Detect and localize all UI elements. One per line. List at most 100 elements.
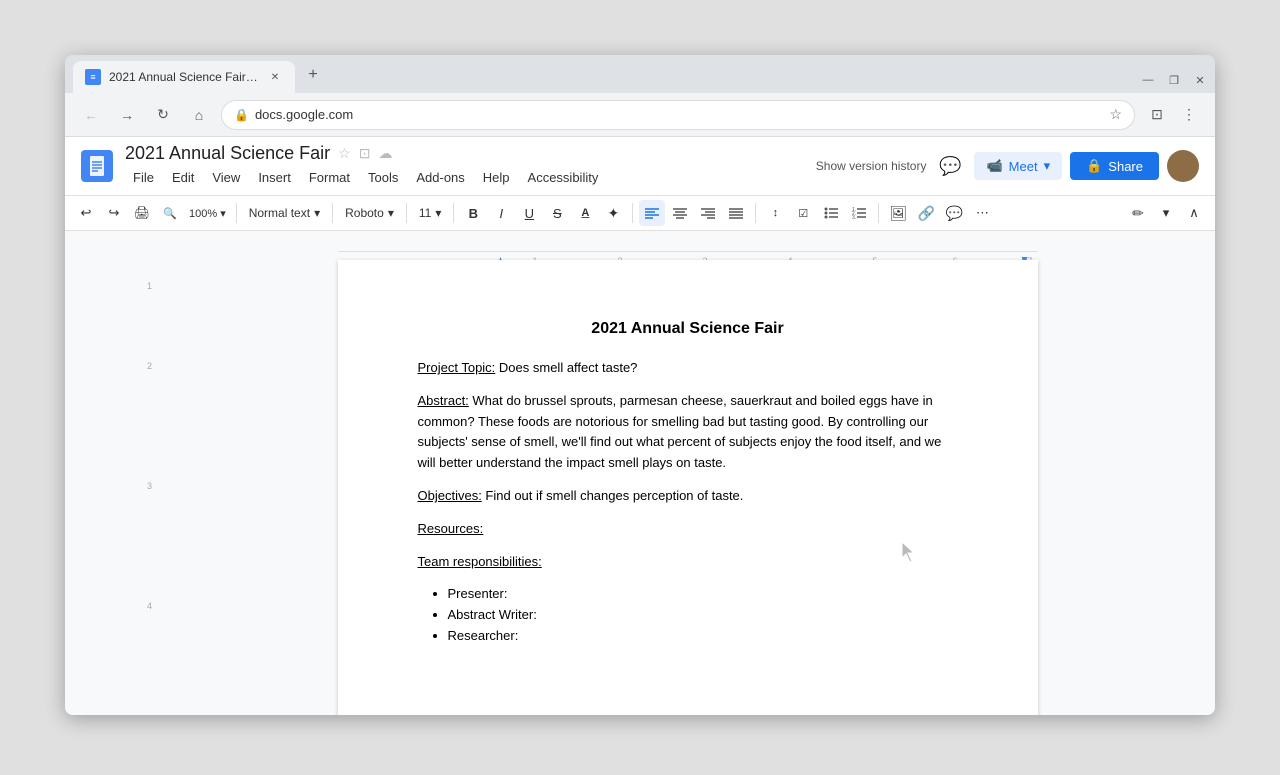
menu-insert[interactable]: Insert bbox=[250, 166, 299, 189]
checklist-button[interactable]: ☑ bbox=[790, 200, 816, 226]
bookmark-icon[interactable]: ☆ bbox=[1109, 106, 1122, 123]
project-topic-paragraph: Project Topic: Does smell affect taste? bbox=[418, 358, 958, 379]
active-tab[interactable]: ≡ 2021 Annual Science Fair - Goo… ✕ bbox=[73, 61, 295, 93]
cloud-icon[interactable]: ☁ bbox=[378, 145, 392, 162]
redo-button[interactable]: ↪ bbox=[101, 200, 127, 226]
user-avatar[interactable] bbox=[1167, 150, 1199, 182]
formatting-toolbar: ↩ ↪ 🖨 🔍 100% ▾ Normal text ▾ Roboto ▾ 11… bbox=[65, 196, 1215, 231]
underline-button[interactable]: U bbox=[516, 200, 542, 226]
menu-format[interactable]: Format bbox=[301, 166, 358, 189]
folder-icon[interactable]: ⊡ bbox=[359, 145, 371, 162]
size-chevron: ▾ bbox=[435, 206, 441, 220]
font-label: Roboto bbox=[345, 206, 384, 220]
align-justify-button[interactable] bbox=[723, 200, 749, 226]
docs-toolbar-container: 2021 Annual Science Fair ☆ ⊡ ☁ File Edit… bbox=[65, 137, 1215, 231]
menu-tools[interactable]: Tools bbox=[360, 166, 406, 189]
zoom-button[interactable]: 🔍 bbox=[157, 200, 183, 226]
bookmark-button[interactable]: ⊡ bbox=[1143, 101, 1171, 129]
separator-2 bbox=[332, 203, 333, 223]
highlight-button[interactable]: ✦ bbox=[600, 200, 626, 226]
svg-text:3.: 3. bbox=[852, 215, 856, 219]
align-center-button[interactable] bbox=[667, 200, 693, 226]
meet-label: Meet bbox=[1009, 159, 1038, 174]
menu-edit[interactable]: Edit bbox=[164, 166, 202, 189]
new-tab-button[interactable]: + bbox=[299, 61, 327, 89]
align-left-button[interactable] bbox=[639, 200, 665, 226]
tab-title: 2021 Annual Science Fair - Goo… bbox=[109, 70, 259, 84]
objectives-label: Objectives: bbox=[418, 488, 482, 503]
menu-addons[interactable]: Add-ons bbox=[408, 166, 472, 189]
bullet-researcher: Researcher: bbox=[448, 626, 958, 647]
size-dropdown[interactable]: 11 ▾ bbox=[413, 204, 448, 222]
close-button[interactable]: ✕ bbox=[1193, 73, 1207, 87]
document-area: 1 2 3 4 1 2 3 4 5 6 7 bbox=[65, 231, 1215, 715]
forward-button[interactable]: → bbox=[113, 101, 141, 129]
line-spacing-button[interactable]: ↕ bbox=[762, 200, 788, 226]
tab-bar: ≡ 2021 Annual Science Fair - Goo… ✕ + — … bbox=[65, 55, 1215, 93]
edit-chevron[interactable]: ▾ bbox=[1153, 200, 1179, 226]
font-dropdown[interactable]: Roboto ▾ bbox=[339, 204, 400, 222]
document-title[interactable]: 2021 Annual Science Fair bbox=[125, 143, 330, 164]
objectives-paragraph: Objectives: Find out if smell changes pe… bbox=[418, 486, 958, 507]
bold-button[interactable]: B bbox=[460, 200, 486, 226]
url-text: docs.google.com bbox=[255, 107, 1103, 122]
zoom-dropdown[interactable]: 100% ▾ bbox=[185, 200, 230, 226]
meet-button[interactable]: 📹 Meet ▾ bbox=[974, 152, 1062, 180]
menu-view[interactable]: View bbox=[204, 166, 248, 189]
docs-menu: File Edit View Insert Format Tools Add-o… bbox=[125, 166, 804, 189]
bullet-presenter: Presenter: bbox=[448, 584, 958, 605]
browser-window: ≡ 2021 Annual Science Fair - Goo… ✕ + — … bbox=[65, 55, 1215, 715]
team-responsibilities-paragraph: Team responsibilities: bbox=[418, 552, 958, 573]
docs-header: 2021 Annual Science Fair ☆ ⊡ ☁ File Edit… bbox=[65, 137, 1215, 196]
version-history-link[interactable]: Show version history bbox=[816, 159, 927, 173]
resources-label: Resources: bbox=[418, 521, 484, 536]
tab-favicon: ≡ bbox=[85, 69, 101, 85]
comment-button[interactable]: 💬 bbox=[934, 150, 966, 182]
document-scroll-area[interactable]: 1 2 3 4 5 6 7 2021 Annual Science Fair P… bbox=[160, 231, 1215, 715]
refresh-button[interactable]: ↻ bbox=[149, 101, 177, 129]
menu-help[interactable]: Help bbox=[475, 166, 518, 189]
document-heading: 2021 Annual Science Fair bbox=[418, 320, 958, 338]
insert-image-button[interactable]: 🖼 bbox=[885, 200, 911, 226]
share-button[interactable]: 🔒 Share bbox=[1070, 152, 1159, 180]
edit-mode-button[interactable]: ✏ bbox=[1125, 200, 1151, 226]
left-gutter: 1 2 3 4 bbox=[65, 231, 160, 715]
insert-comment-button[interactable]: 💬 bbox=[941, 200, 967, 226]
browser-menu-button[interactable]: ⋮ bbox=[1175, 101, 1203, 129]
separator-4 bbox=[453, 203, 454, 223]
back-button[interactable]: ← bbox=[77, 101, 105, 129]
resources-paragraph: Resources: bbox=[418, 519, 958, 540]
italic-button[interactable]: I bbox=[488, 200, 514, 226]
numbered-list-button[interactable]: 1.2.3. bbox=[846, 200, 872, 226]
menu-accessibility[interactable]: Accessibility bbox=[520, 166, 607, 189]
ruler-mark-1: 1 bbox=[147, 281, 152, 291]
minimize-button[interactable]: — bbox=[1141, 73, 1155, 87]
menu-file[interactable]: File bbox=[125, 166, 162, 189]
font-chevron: ▾ bbox=[388, 206, 394, 220]
ruler-mark-2: 2 bbox=[147, 361, 152, 371]
abstract-paragraph: Abstract: What do brussel sprouts, parme… bbox=[418, 391, 958, 474]
style-dropdown[interactable]: Normal text ▾ bbox=[243, 204, 326, 222]
project-topic-label: Project Topic: bbox=[418, 360, 496, 375]
bullet-list-button[interactable] bbox=[818, 200, 844, 226]
collapse-toolbar-button[interactable]: ∧ bbox=[1181, 200, 1207, 226]
abstract-content: What do brussel sprouts, parmesan cheese… bbox=[418, 393, 942, 470]
docs-logo bbox=[81, 150, 113, 182]
document-page[interactable]: 2021 Annual Science Fair Project Topic: … bbox=[338, 260, 1038, 715]
docs-title-area: 2021 Annual Science Fair ☆ ⊡ ☁ File Edit… bbox=[125, 143, 804, 189]
home-button[interactable]: ⌂ bbox=[185, 101, 213, 129]
cursor-position bbox=[898, 540, 918, 569]
insert-link-button[interactable]: 🔗 bbox=[913, 200, 939, 226]
undo-button[interactable]: ↩ bbox=[73, 200, 99, 226]
print-button[interactable]: 🖨 bbox=[129, 200, 155, 226]
separator-3 bbox=[406, 203, 407, 223]
text-color-button[interactable]: A bbox=[572, 200, 598, 226]
strikethrough-button[interactable]: S bbox=[544, 200, 570, 226]
star-icon[interactable]: ☆ bbox=[338, 145, 351, 162]
ruler-mark-4: 4 bbox=[147, 601, 152, 611]
more-options-button[interactable]: ⋯ bbox=[969, 200, 995, 226]
tab-close-button[interactable]: ✕ bbox=[267, 69, 283, 85]
align-right-button[interactable] bbox=[695, 200, 721, 226]
maximize-button[interactable]: ❐ bbox=[1167, 73, 1181, 87]
url-bar[interactable]: 🔒 docs.google.com ☆ bbox=[221, 100, 1135, 130]
